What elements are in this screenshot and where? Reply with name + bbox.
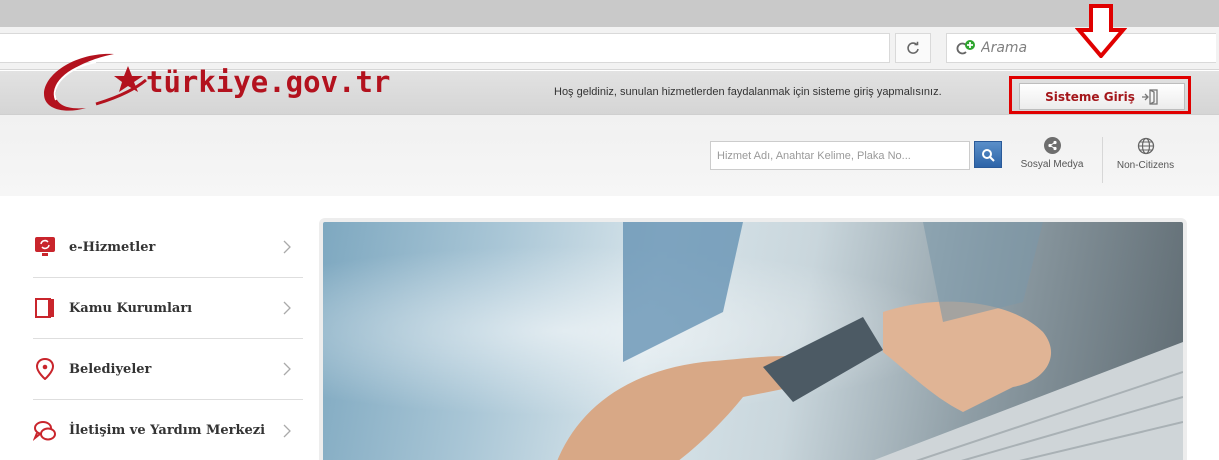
monitor-icon bbox=[33, 235, 57, 259]
sidebar-item-label: e-Hizmetler bbox=[69, 239, 156, 255]
sidebar-item-label: Kamu Kurumları bbox=[69, 300, 193, 316]
globe-icon bbox=[1137, 137, 1154, 155]
building-book-icon bbox=[33, 296, 57, 320]
sidebar-item-label: İletişim ve Yardım Merkezi bbox=[69, 423, 266, 438]
sidebar-nav: e-Hizmetler Kamu Kurumları Belediyeler İ… bbox=[33, 217, 303, 460]
search-icon bbox=[982, 148, 995, 162]
sidebar-item-iletisim[interactable]: İletişim ve Yardım Merkezi bbox=[33, 400, 303, 460]
non-citizens-label: Non-Citizens bbox=[1116, 160, 1175, 171]
annotation-arrow-down-icon bbox=[1075, 4, 1127, 58]
logo-text: türkiye.gov.tr bbox=[146, 65, 391, 99]
sidebar-item-belediyeler[interactable]: Belediyeler bbox=[33, 339, 303, 400]
chevron-right-icon bbox=[283, 424, 291, 437]
sidebar-item-kamu-kurumlari[interactable]: Kamu Kurumları bbox=[33, 278, 303, 339]
chevron-right-icon bbox=[283, 301, 291, 315]
sidebar-item-e-hizmetler[interactable]: e-Hizmetler bbox=[33, 217, 303, 278]
login-button-label: Sisteme Giriş bbox=[1045, 89, 1135, 104]
chat-bubbles-icon bbox=[33, 419, 57, 443]
search-engine-add-icon bbox=[956, 40, 975, 55]
social-media-link[interactable]: Sosyal Medya bbox=[1011, 137, 1093, 183]
sidebar-item-label: Belediyeler bbox=[69, 361, 152, 377]
login-button[interactable]: Sisteme Giriş bbox=[1019, 83, 1185, 110]
social-media-label: Sosyal Medya bbox=[1020, 159, 1084, 170]
reload-button[interactable] bbox=[895, 33, 931, 63]
location-pin-icon bbox=[33, 357, 57, 381]
chevron-right-icon bbox=[283, 240, 291, 254]
share-icon bbox=[1043, 137, 1061, 154]
site-search-field[interactable] bbox=[710, 141, 970, 170]
site-search-input[interactable] bbox=[711, 142, 969, 169]
reload-icon bbox=[907, 41, 919, 54]
welcome-text: Hoş geldiniz, sunulan hizmetlerden fayda… bbox=[554, 86, 942, 98]
chevron-right-icon bbox=[283, 362, 291, 376]
browser-title-strip bbox=[0, 0, 1219, 27]
banner-illustration bbox=[557, 222, 1183, 460]
non-citizens-link[interactable]: Non-Citizens bbox=[1102, 137, 1188, 183]
login-door-icon bbox=[1141, 88, 1158, 105]
hero-banner-image bbox=[319, 218, 1187, 460]
site-search-button[interactable] bbox=[974, 141, 1002, 168]
